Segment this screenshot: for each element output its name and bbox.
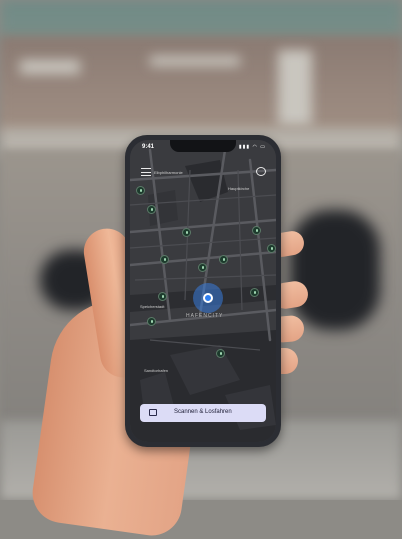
map-label: Hauptkirche: [228, 186, 250, 191]
map-label: Elbphilharmonie: [154, 170, 183, 175]
hamburger-menu-icon[interactable]: [141, 168, 151, 176]
map-label-district: HAFENCITY: [186, 313, 224, 319]
scooter-pin-icon[interactable]: [147, 205, 156, 214]
map-label: Sandtorhafen: [144, 368, 169, 373]
status-time: 9:41: [142, 144, 155, 150]
map-label: Speicherstadt: [140, 304, 165, 309]
scooter-pin-icon[interactable]: [158, 292, 167, 301]
building-wall: [0, 36, 402, 136]
scooter-pin-icon[interactable]: [160, 255, 169, 264]
sky: [0, 0, 402, 40]
scan-button-label: Scannen & Losfahren: [174, 409, 232, 415]
user-location-dot: [203, 293, 213, 303]
window: [278, 50, 312, 126]
chat-bubble-icon[interactable]: [256, 167, 266, 176]
window: [150, 56, 240, 66]
scooter-pin-icon[interactable]: [252, 226, 261, 235]
smartphone: 9:41 ▮▮▮ ◠ ▭ Elbphilharmonie Hauptkirche…: [125, 135, 281, 447]
scooter-pin-icon[interactable]: [182, 228, 191, 237]
status-indicators-icon: ▮▮▮ ◠ ▭: [238, 144, 266, 150]
camera-notch: [170, 140, 236, 152]
scooter-shape: [290, 210, 380, 330]
phone-screen: 9:41 ▮▮▮ ◠ ▭ Elbphilharmonie Hauptkirche…: [130, 140, 276, 442]
scan-icon: [149, 409, 157, 416]
scooter-pin-icon[interactable]: [136, 186, 145, 195]
scooter-pin-icon[interactable]: [267, 244, 276, 253]
scooter-pin-icon[interactable]: [147, 317, 156, 326]
scooter-pin-icon[interactable]: [198, 263, 207, 272]
scan-and-ride-button[interactable]: Scannen & Losfahren: [140, 404, 266, 422]
scooter-pin-icon[interactable]: [216, 349, 225, 358]
scooter-pin-icon[interactable]: [219, 255, 228, 264]
window: [20, 60, 80, 74]
scooter-pin-icon[interactable]: [250, 288, 259, 297]
